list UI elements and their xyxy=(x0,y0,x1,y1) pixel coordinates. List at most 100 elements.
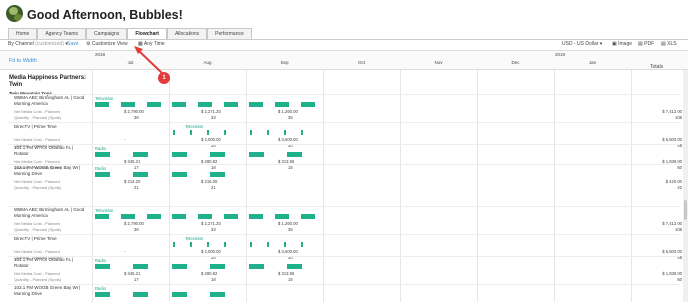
export-xls-button[interactable]: ▤ XLS xyxy=(661,41,677,47)
export-xls-label: XLS xyxy=(667,41,677,47)
cost-value: $ 345.21 xyxy=(124,271,141,276)
quantity-value: 21 xyxy=(211,185,216,190)
tab-home[interactable]: Home xyxy=(8,28,38,39)
total-cost: $ 5,500.00 xyxy=(662,137,682,142)
quantity-value: 21 xyxy=(134,185,139,190)
flight-bar xyxy=(95,152,110,157)
quantity-value: 15 xyxy=(288,277,293,282)
page-title: Good Afternoon, Bubbles! xyxy=(27,8,183,22)
flight-bar xyxy=(249,214,263,219)
currency-select[interactable]: USD - US Dollar ▾ xyxy=(562,41,602,47)
total-cost: $ 7,412.00 xyxy=(662,221,682,226)
view-by-note: (customized) xyxy=(35,41,64,47)
cost-value: $ 280.82 xyxy=(201,271,218,276)
flight-bar xyxy=(210,264,225,269)
calendar-icon: ▦ xyxy=(138,41,143,47)
flowchart-row[interactable]: Television DirecTV | Prime Time Net Media … xyxy=(0,236,688,260)
row-separator xyxy=(8,144,680,145)
total-cost: $ 1,939.00 xyxy=(662,271,682,276)
row-separator xyxy=(8,164,680,165)
flowchart-row[interactable]: Television WBMA ABC Birmingham AL | Good … xyxy=(0,95,688,120)
cost-value: $ 313.65 xyxy=(278,271,295,276)
xls-icon: ▤ xyxy=(661,41,666,47)
image-icon: ▣ xyxy=(612,41,617,47)
total-cost: $ 5,500.00 xyxy=(662,249,682,254)
flight-bar xyxy=(147,214,161,219)
flowchart-row[interactable]: Radio 103.1 FM WOGB Green Bay WI | Mornin… xyxy=(0,165,688,190)
export-image-label: Image xyxy=(618,41,633,47)
row-name: 104.1 FM WTKS Orlando FL | Rotator xyxy=(14,145,74,156)
row-separator xyxy=(8,284,680,285)
customize-view-label: Customize View xyxy=(91,41,128,47)
flight-bar xyxy=(250,242,252,247)
channel-label: Radio xyxy=(95,166,106,171)
flight-bar xyxy=(224,130,226,135)
view-by-select[interactable]: By Channel (customized) ▾ xyxy=(8,41,68,47)
flowchart-row[interactable]: Radio 103.1 FM WOGB Green Bay WI | Mornin… xyxy=(0,285,688,302)
annotation-badge: 1 xyxy=(158,72,170,84)
cost-label: Net Media Cost - Planned xyxy=(14,221,60,226)
flight-bar xyxy=(301,102,315,107)
flight-bar xyxy=(172,102,186,107)
time-filter-button[interactable]: ▦ Any Time xyxy=(138,41,165,47)
channel-label: Television xyxy=(95,96,114,101)
quantity-value: 36 xyxy=(288,115,293,120)
avatar[interactable] xyxy=(6,5,23,22)
cost-value: $ 214.20 xyxy=(124,179,141,184)
cost-value: $ 3,500.00 xyxy=(278,137,298,142)
total-quantity: 108 xyxy=(675,227,682,232)
main-tabs: Home Agency Teams Campaigns Flowchart Al… xyxy=(8,28,252,39)
quantity-label: Quantity - Planned (Spots) xyxy=(14,185,62,190)
flight-bar xyxy=(133,292,148,297)
cost-label: Net Media Cost - Planned xyxy=(14,137,60,142)
flight-bar xyxy=(207,242,209,247)
customize-view-button[interactable]: ⚙ Customize View xyxy=(86,41,128,47)
flight-bar xyxy=(173,242,175,247)
totals-header: Totals xyxy=(650,64,664,70)
quantity-value: 33 xyxy=(211,227,216,232)
tab-campaigns[interactable]: Campaigns xyxy=(86,28,128,39)
flight-bar xyxy=(172,152,187,157)
export-pdf-label: PDF xyxy=(644,41,655,47)
month-label: Oct xyxy=(357,60,365,65)
app-frame: Good Afternoon, Bubbles! Home Agency Tea… xyxy=(0,0,688,302)
flowchart-row[interactable]: Television DirecTV | Prime Time Net Media … xyxy=(0,124,688,148)
fit-to-width-link[interactable]: Fit to Width xyxy=(9,58,37,64)
export-pdf-button[interactable]: ▤ PDF xyxy=(638,41,654,47)
tab-flowchart[interactable]: Flowchart xyxy=(127,28,167,39)
export-image-button[interactable]: ▣ Image xyxy=(612,41,632,47)
flight-bar xyxy=(121,214,135,219)
row-separator xyxy=(8,206,680,207)
cost-value: - xyxy=(124,249,126,254)
cost-value: $ 2,271.20 xyxy=(201,109,221,114)
quantity-value: 36 xyxy=(288,227,293,232)
row-separator xyxy=(8,234,680,235)
flight-bar xyxy=(133,172,148,177)
flowchart-row[interactable]: Television WBMA ABC Birmingham AL | Good … xyxy=(0,207,688,232)
flight-bar xyxy=(210,172,225,177)
toolbar: By Channel (customized) ▾ Save ⚙ Customi… xyxy=(0,40,688,50)
quantity-label: Quantity - Planned (Spots) xyxy=(14,227,62,232)
scrollbar-thumb[interactable] xyxy=(684,200,687,220)
month-label: Aug xyxy=(203,60,212,65)
flight-bar xyxy=(249,102,263,107)
row-name: DirecTV | Prime Time xyxy=(14,124,57,129)
cost-value: - xyxy=(124,137,126,142)
row-name: 104.1 FM WTKS Orlando FL | Rotator xyxy=(14,257,74,268)
flight-bar xyxy=(301,214,315,219)
save-link[interactable]: Save xyxy=(67,41,78,47)
flight-bar xyxy=(210,152,225,157)
flight-bar xyxy=(133,264,148,269)
cost-value: $ 2,000.00 xyxy=(201,249,221,254)
flight-bar xyxy=(172,292,187,297)
flight-bar xyxy=(198,102,212,107)
tab-allocations[interactable]: Allocations xyxy=(166,28,208,39)
tab-performance[interactable]: Performance xyxy=(207,28,252,39)
cost-value: $ 216.00 xyxy=(201,179,218,184)
month-label: Nov xyxy=(434,60,443,65)
tab-agency-teams[interactable]: Agency Teams xyxy=(37,28,87,39)
flight-bar xyxy=(95,214,109,219)
scrollbar[interactable] xyxy=(683,70,688,302)
total-quantity: 42 xyxy=(677,185,682,190)
flowchart-row[interactable]: Radio 104.1 FM WTKS Orlando FL | Rotator N… xyxy=(0,257,688,282)
